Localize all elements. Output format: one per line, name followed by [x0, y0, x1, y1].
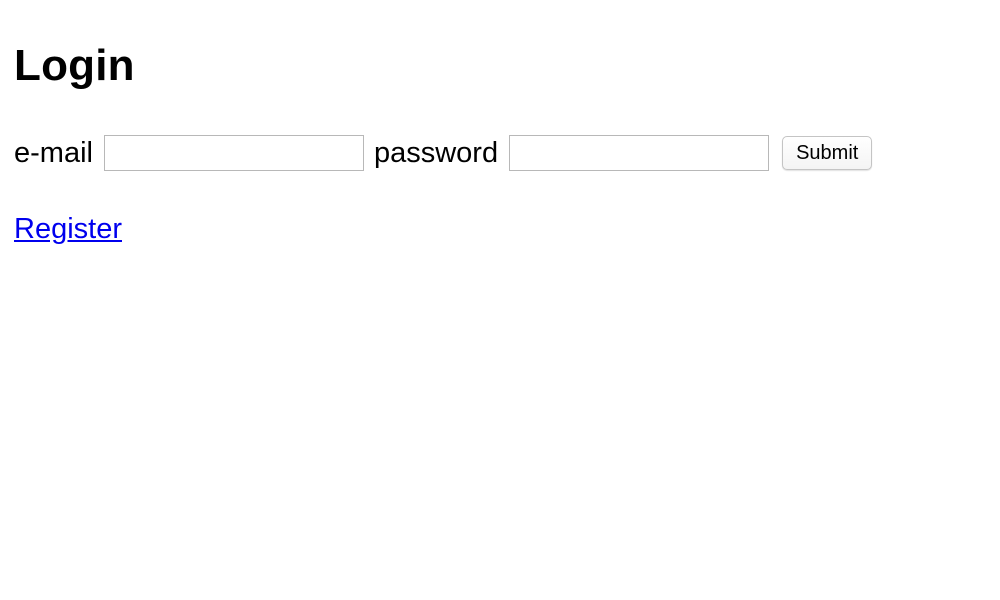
- login-page: Login e-mail password Submit Register: [0, 0, 1000, 248]
- page-title: Login: [14, 41, 135, 90]
- submit-button[interactable]: Submit: [782, 136, 873, 170]
- password-label: password: [373, 137, 499, 169]
- login-form: e-mail password Submit: [14, 134, 986, 172]
- register-link[interactable]: Register: [14, 210, 122, 248]
- email-label: e-mail: [14, 137, 93, 169]
- password-field[interactable]: [509, 135, 770, 171]
- email-field[interactable]: [103, 135, 364, 171]
